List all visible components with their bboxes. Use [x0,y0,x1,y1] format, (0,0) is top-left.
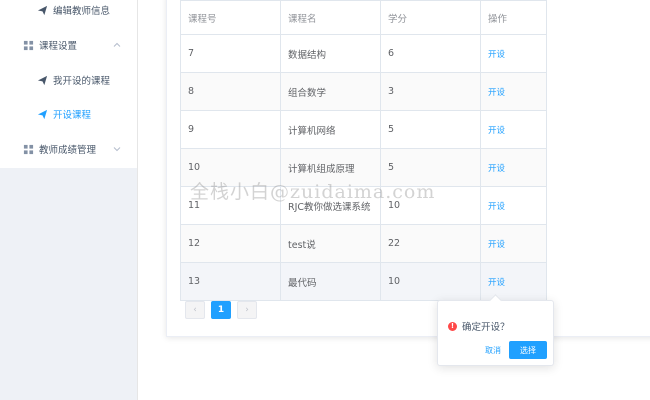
cell-credit: 3 [380,72,481,111]
cell-action: 开设 [480,186,547,225]
cell-action: 开设 [480,148,547,187]
send-icon [36,4,48,16]
column-header-credit: 学分 [380,0,481,35]
sidebar: 编辑教师信息 课程设置 我开设的课程 开设课程 教师成绩管理 [0,0,138,400]
cell-action: 开设 [480,34,547,73]
open-course-link[interactable]: 开设 [488,164,505,174]
cell-course-id: 7 [180,34,281,73]
page-number-button[interactable]: 1 [211,301,231,319]
open-course-link[interactable]: 开设 [488,240,505,250]
sidebar-item-label: 我开设的课程 [53,76,111,87]
sidebar-item-my-courses[interactable]: 我开设的课程 [0,63,137,97]
cell-course-id: 9 [180,110,281,149]
sidebar-item-course-settings[interactable]: 课程设置 [0,28,137,62]
open-course-link[interactable]: 开设 [488,50,505,60]
sidebar-item-label: 开设课程 [53,110,92,121]
chevron-up-icon [112,40,122,50]
cell-action: 开设 [480,262,547,301]
confirm-popover: ! 确定开设？ 取消 选择 [437,294,554,366]
column-header-action: 操作 [480,0,547,35]
cell-action: 开设 [480,72,547,111]
popover-message: ! 确定开设？ [448,319,510,333]
confirm-button[interactable]: 选择 [509,341,547,359]
grid-icon [22,39,34,51]
cell-course-name: 计算机网络 [280,110,381,149]
open-course-link[interactable]: 开设 [488,278,505,288]
sidebar-item-grade-management[interactable]: 教师成绩管理 [0,132,137,166]
cell-credit: 22 [380,224,481,263]
send-icon [36,74,48,86]
pagination: ‹ 1 › [185,301,257,319]
sidebar-menu: 编辑教师信息 课程设置 我开设的课程 开设课程 教师成绩管理 [0,0,137,168]
course-table: 课程号 课程名 学分 操作 7 数据结构 6 开设 8 组合数学 3 开设 9 … [180,0,547,301]
cell-credit: 10 [380,262,481,301]
popover-message-text: 确定开设？ [462,322,510,333]
cell-course-id: 13 [180,262,281,301]
sidebar-item-label: 课程设置 [39,41,78,52]
column-header-course-name: 课程名 [280,0,381,35]
table-row: 13 最代码 10 开设 [180,262,547,301]
next-page-button[interactable]: › [237,301,257,319]
cell-credit: 6 [380,34,481,73]
cell-course-name: 最代码 [280,262,381,301]
cancel-button[interactable]: 取消 [485,345,501,356]
cell-action: 开设 [480,110,547,149]
send-icon [36,108,48,120]
cell-course-id: 8 [180,72,281,111]
sidebar-item-open-course[interactable]: 开设课程 [0,97,137,131]
cell-course-name: 数据结构 [280,34,381,73]
open-course-link[interactable]: 开设 [488,88,505,98]
cell-course-name: test说 [280,224,381,263]
cell-course-name: 组合数学 [280,72,381,111]
column-header-course-id: 课程号 [180,0,281,35]
grid-icon [22,143,34,155]
open-course-link[interactable]: 开设 [488,126,505,136]
warning-icon: ! [448,321,457,331]
watermark: 全栈小白@zuidaima.com [190,181,436,203]
sidebar-item-edit-teacher-info[interactable]: 编辑教师信息 [0,0,137,27]
cell-credit: 5 [380,110,481,149]
table-header-row: 课程号 课程名 学分 操作 [180,0,547,35]
table-row: 9 计算机网络 5 开设 [180,110,547,149]
cell-course-id: 12 [180,224,281,263]
table-row: 12 test说 22 开设 [180,224,547,263]
sidebar-item-label: 编辑教师信息 [53,6,111,17]
cell-action: 开设 [480,224,547,263]
prev-page-button[interactable]: ‹ [185,301,205,319]
chevron-down-icon [112,144,122,154]
sidebar-item-label: 教师成绩管理 [39,145,97,156]
table-row: 7 数据结构 6 开设 [180,34,547,73]
table-row: 8 组合数学 3 开设 [180,72,547,111]
open-course-link[interactable]: 开设 [488,202,505,212]
